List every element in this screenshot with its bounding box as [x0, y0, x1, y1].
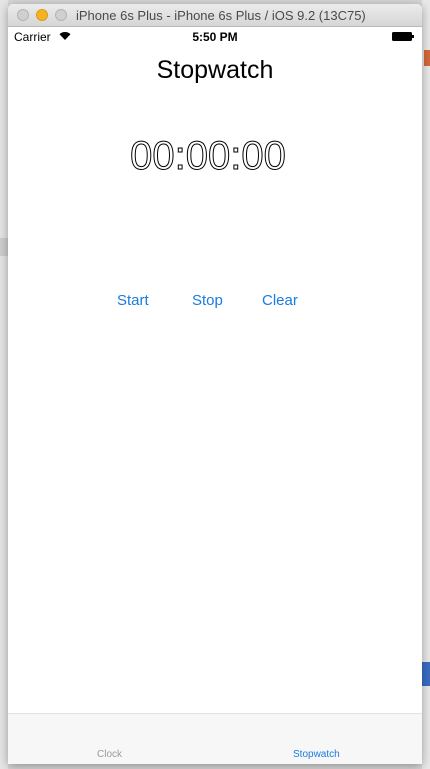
- zoom-window-button[interactable]: [55, 9, 67, 21]
- background-left-band: [0, 238, 8, 256]
- window-titlebar[interactable]: iPhone 6s Plus - iPhone 6s Plus / iOS 9.…: [8, 4, 422, 27]
- status-bar: Carrier 5:50 PM: [8, 27, 422, 47]
- close-window-button[interactable]: [17, 9, 29, 21]
- start-button[interactable]: Start: [117, 292, 149, 309]
- window-title: iPhone 6s Plus - iPhone 6s Plus / iOS 9.…: [76, 8, 366, 23]
- background-right-edge: [422, 0, 430, 769]
- tab-clock[interactable]: Clock: [97, 749, 122, 760]
- minimize-window-button[interactable]: [36, 9, 48, 21]
- device-screen: Carrier 5:50 PM Stopwatch 00:00:00 Start…: [8, 27, 422, 764]
- background-orange-mark: [424, 50, 430, 66]
- status-time: 5:50 PM: [192, 30, 238, 44]
- background-blue-mark: [422, 662, 430, 686]
- simulator-window: iPhone 6s Plus - iPhone 6s Plus / iOS 9.…: [8, 4, 422, 764]
- background-left-edge: [0, 0, 8, 769]
- page-title: Stopwatch: [156, 56, 274, 84]
- timer-display: 00:00:00: [130, 134, 287, 179]
- clear-button[interactable]: Clear: [262, 292, 298, 309]
- tab-bar: Clock Stopwatch: [8, 713, 422, 764]
- stop-button[interactable]: Stop: [192, 292, 223, 309]
- battery-icon: [392, 32, 414, 41]
- tab-stopwatch[interactable]: Stopwatch: [293, 749, 340, 760]
